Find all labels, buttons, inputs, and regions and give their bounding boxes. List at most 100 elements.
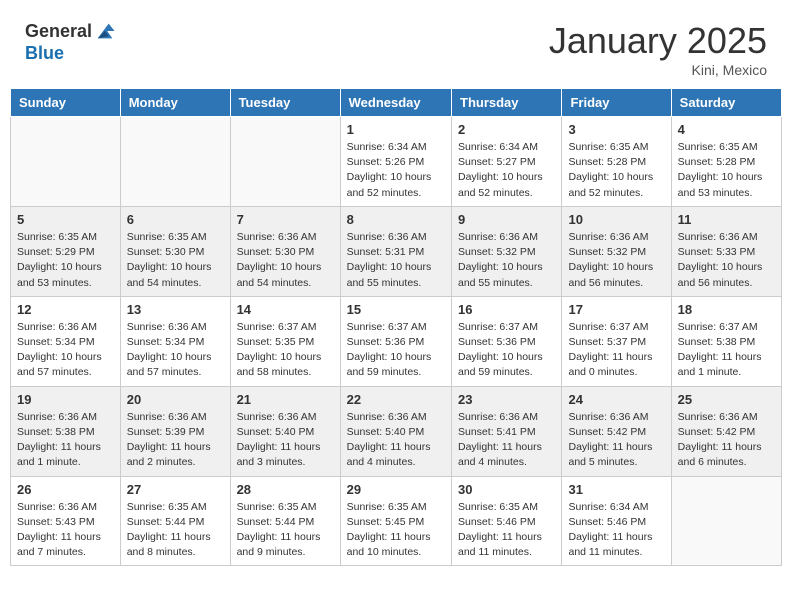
week-row-1: 1 Sunrise: 6:34 AM Sunset: 5:26 PM Daylig…: [11, 117, 782, 207]
calendar-cell: 24 Sunrise: 6:36 AM Sunset: 5:42 PM Dayli…: [562, 386, 671, 476]
calendar-cell: 30 Sunrise: 6:35 AM Sunset: 5:46 PM Dayli…: [452, 476, 562, 566]
day-number: 4: [678, 122, 775, 137]
day-number: 3: [568, 122, 664, 137]
day-number: 14: [237, 302, 334, 317]
day-number: 13: [127, 302, 224, 317]
day-info: Sunrise: 6:34 AM Sunset: 5:46 PM Dayligh…: [568, 500, 664, 561]
day-info: Sunrise: 6:34 AM Sunset: 5:26 PM Dayligh…: [347, 140, 445, 201]
calendar-cell: 8 Sunrise: 6:36 AM Sunset: 5:31 PM Daylig…: [340, 206, 451, 296]
title-block: January 2025 Kini, Mexico: [549, 20, 767, 78]
calendar-cell: 13 Sunrise: 6:36 AM Sunset: 5:34 PM Dayli…: [120, 296, 230, 386]
calendar-cell: 14 Sunrise: 6:37 AM Sunset: 5:35 PM Dayli…: [230, 296, 340, 386]
day-number: 19: [17, 392, 114, 407]
day-number: 15: [347, 302, 445, 317]
calendar-subtitle: Kini, Mexico: [549, 62, 767, 78]
day-number: 6: [127, 212, 224, 227]
weekday-header-sunday: Sunday: [11, 89, 121, 117]
week-row-5: 26 Sunrise: 6:36 AM Sunset: 5:43 PM Dayli…: [11, 476, 782, 566]
calendar-cell: [671, 476, 781, 566]
day-number: 10: [568, 212, 664, 227]
day-number: 18: [678, 302, 775, 317]
day-info: Sunrise: 6:37 AM Sunset: 5:35 PM Dayligh…: [237, 320, 334, 381]
calendar-cell: 28 Sunrise: 6:35 AM Sunset: 5:44 PM Dayli…: [230, 476, 340, 566]
calendar-cell: 2 Sunrise: 6:34 AM Sunset: 5:27 PM Daylig…: [452, 117, 562, 207]
calendar-cell: 15 Sunrise: 6:37 AM Sunset: 5:36 PM Dayli…: [340, 296, 451, 386]
logo-icon: [94, 20, 116, 42]
calendar-cell: 5 Sunrise: 6:35 AM Sunset: 5:29 PM Daylig…: [11, 206, 121, 296]
calendar-cell: 22 Sunrise: 6:36 AM Sunset: 5:40 PM Dayli…: [340, 386, 451, 476]
day-info: Sunrise: 6:35 AM Sunset: 5:28 PM Dayligh…: [568, 140, 664, 201]
day-info: Sunrise: 6:37 AM Sunset: 5:36 PM Dayligh…: [458, 320, 555, 381]
calendar-cell: 18 Sunrise: 6:37 AM Sunset: 5:38 PM Dayli…: [671, 296, 781, 386]
day-info: Sunrise: 6:36 AM Sunset: 5:34 PM Dayligh…: [127, 320, 224, 381]
day-info: Sunrise: 6:36 AM Sunset: 5:43 PM Dayligh…: [17, 500, 114, 561]
day-number: 16: [458, 302, 555, 317]
day-number: 12: [17, 302, 114, 317]
calendar-cell: 31Sunrise: 6:34 AM Sunset: 5:46 PM Dayli…: [562, 476, 671, 566]
day-info: Sunrise: 6:35 AM Sunset: 5:46 PM Dayligh…: [458, 500, 555, 561]
calendar-title: January 2025: [549, 20, 767, 62]
calendar-cell: 29 Sunrise: 6:35 AM Sunset: 5:45 PM Dayli…: [340, 476, 451, 566]
weekday-header-row: SundayMondayTuesdayWednesdayThursdayFrid…: [11, 89, 782, 117]
day-number: 28: [237, 482, 334, 497]
day-info: Sunrise: 6:36 AM Sunset: 5:39 PM Dayligh…: [127, 410, 224, 471]
week-row-4: 19 Sunrise: 6:36 AM Sunset: 5:38 PM Dayli…: [11, 386, 782, 476]
weekday-header-tuesday: Tuesday: [230, 89, 340, 117]
day-info: Sunrise: 6:35 AM Sunset: 5:29 PM Dayligh…: [17, 230, 114, 291]
calendar-cell: 16 Sunrise: 6:37 AM Sunset: 5:36 PM Dayli…: [452, 296, 562, 386]
day-info: Sunrise: 6:37 AM Sunset: 5:36 PM Dayligh…: [347, 320, 445, 381]
logo-blue: Blue: [25, 44, 116, 64]
day-number: 2: [458, 122, 555, 137]
logo: General Blue: [25, 20, 116, 64]
day-number: 1: [347, 122, 445, 137]
calendar-cell: 7Sunrise: 6:36 AM Sunset: 5:30 PM Daylig…: [230, 206, 340, 296]
day-number: 23: [458, 392, 555, 407]
calendar-cell: 25 Sunrise: 6:36 AM Sunset: 5:42 PM Dayli…: [671, 386, 781, 476]
calendar-cell: 27 Sunrise: 6:35 AM Sunset: 5:44 PM Dayli…: [120, 476, 230, 566]
week-row-3: 12 Sunrise: 6:36 AM Sunset: 5:34 PM Dayli…: [11, 296, 782, 386]
calendar-cell: [11, 117, 121, 207]
day-number: 5: [17, 212, 114, 227]
calendar-cell: 4 Sunrise: 6:35 AM Sunset: 5:28 PM Daylig…: [671, 117, 781, 207]
day-number: 22: [347, 392, 445, 407]
day-info: Sunrise: 6:35 AM Sunset: 5:28 PM Dayligh…: [678, 140, 775, 201]
day-info: Sunrise: 6:36 AM Sunset: 5:33 PM Dayligh…: [678, 230, 775, 291]
day-info: Sunrise: 6:36 AM Sunset: 5:42 PM Dayligh…: [568, 410, 664, 471]
day-number: 7: [237, 212, 334, 227]
weekday-header-friday: Friday: [562, 89, 671, 117]
day-info: Sunrise: 6:36 AM Sunset: 5:38 PM Dayligh…: [17, 410, 114, 471]
day-info: Sunrise: 6:36 AM Sunset: 5:40 PM Dayligh…: [347, 410, 445, 471]
calendar-cell: 20Sunrise: 6:36 AM Sunset: 5:39 PM Dayli…: [120, 386, 230, 476]
day-number: 25: [678, 392, 775, 407]
day-info: Sunrise: 6:34 AM Sunset: 5:27 PM Dayligh…: [458, 140, 555, 201]
calendar-cell: 17 Sunrise: 6:37 AM Sunset: 5:37 PM Dayli…: [562, 296, 671, 386]
day-number: 17: [568, 302, 664, 317]
calendar-cell: 21Sunrise: 6:36 AM Sunset: 5:40 PM Dayli…: [230, 386, 340, 476]
day-info: Sunrise: 6:35 AM Sunset: 5:44 PM Dayligh…: [237, 500, 334, 561]
day-number: 27: [127, 482, 224, 497]
day-info: Sunrise: 6:35 AM Sunset: 5:44 PM Dayligh…: [127, 500, 224, 561]
day-number: 11: [678, 212, 775, 227]
day-number: 8: [347, 212, 445, 227]
day-info: Sunrise: 6:37 AM Sunset: 5:38 PM Dayligh…: [678, 320, 775, 381]
day-info: Sunrise: 6:36 AM Sunset: 5:41 PM Dayligh…: [458, 410, 555, 471]
day-number: 26: [17, 482, 114, 497]
day-info: Sunrise: 6:36 AM Sunset: 5:42 PM Dayligh…: [678, 410, 775, 471]
day-info: Sunrise: 6:36 AM Sunset: 5:34 PM Dayligh…: [17, 320, 114, 381]
logo-general: General: [25, 22, 92, 42]
day-number: 30: [458, 482, 555, 497]
calendar-cell: 12 Sunrise: 6:36 AM Sunset: 5:34 PM Dayli…: [11, 296, 121, 386]
weekday-header-saturday: Saturday: [671, 89, 781, 117]
day-info: Sunrise: 6:37 AM Sunset: 5:37 PM Dayligh…: [568, 320, 664, 381]
calendar-cell: 10Sunrise: 6:36 AM Sunset: 5:32 PM Dayli…: [562, 206, 671, 296]
day-info: Sunrise: 6:36 AM Sunset: 5:32 PM Dayligh…: [458, 230, 555, 291]
day-info: Sunrise: 6:35 AM Sunset: 5:45 PM Dayligh…: [347, 500, 445, 561]
day-number: 24: [568, 392, 664, 407]
calendar-cell: 26 Sunrise: 6:36 AM Sunset: 5:43 PM Dayli…: [11, 476, 121, 566]
calendar-cell: 3 Sunrise: 6:35 AM Sunset: 5:28 PM Daylig…: [562, 117, 671, 207]
day-info: Sunrise: 6:35 AM Sunset: 5:30 PM Dayligh…: [127, 230, 224, 291]
day-number: 29: [347, 482, 445, 497]
day-info: Sunrise: 6:36 AM Sunset: 5:31 PM Dayligh…: [347, 230, 445, 291]
calendar-cell: 1 Sunrise: 6:34 AM Sunset: 5:26 PM Daylig…: [340, 117, 451, 207]
calendar-cell: 23 Sunrise: 6:36 AM Sunset: 5:41 PM Dayli…: [452, 386, 562, 476]
